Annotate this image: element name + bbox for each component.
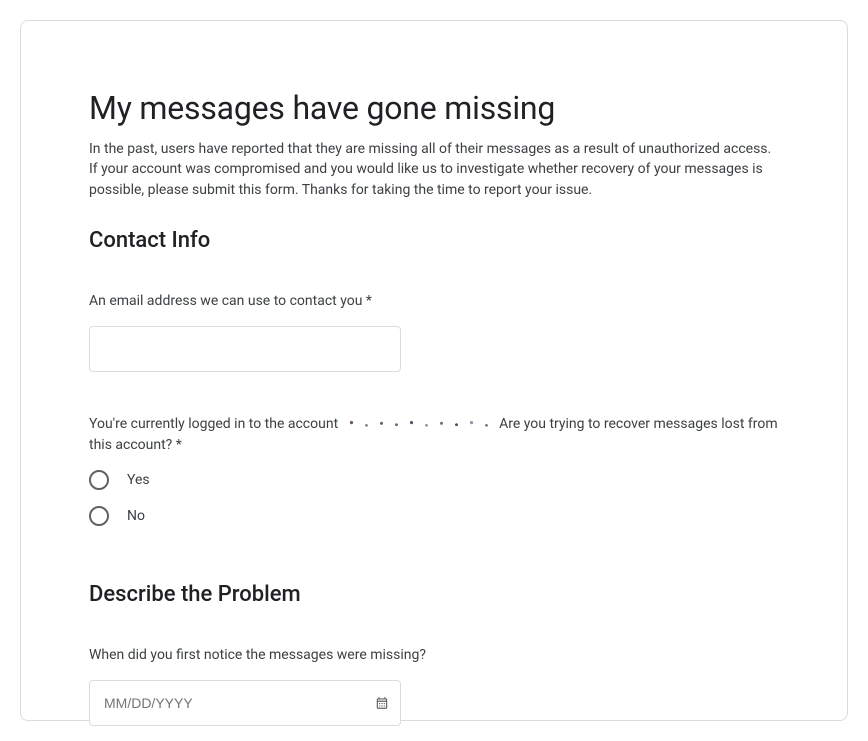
account-confirm-label: You're currently logged in to the accoun… [89,414,779,456]
email-input[interactable] [89,326,401,372]
account-confirm-radio-group: Yes No [89,470,779,526]
page-title: My messages have gone missing [89,89,779,127]
date-input-wrap [89,680,401,726]
radio-label-no: No [127,508,145,524]
section-heading-contact: Contact Info [89,228,779,253]
radio-icon [89,506,109,526]
date-field-block: When did you first notice the messages w… [89,645,779,726]
email-label: An email address we can use to contact y… [89,291,779,312]
email-field-block: An email address we can use to contact y… [89,291,779,372]
date-label: When did you first notice the messages w… [89,645,779,666]
section-heading-describe: Describe the Problem [89,582,779,607]
radio-option-yes[interactable]: Yes [89,470,779,490]
date-input[interactable] [89,680,401,726]
radio-label-yes: Yes [127,472,150,488]
account-confirm-block: You're currently logged in to the accoun… [89,414,779,526]
radio-option-no[interactable]: No [89,506,779,526]
redacted-account [344,417,494,431]
form-card: My messages have gone missing In the pas… [20,20,848,721]
intro-paragraph: In the past, users have reported that th… [89,139,779,200]
account-confirm-prefix: You're currently logged in to the accoun… [89,416,342,432]
radio-icon [89,470,109,490]
